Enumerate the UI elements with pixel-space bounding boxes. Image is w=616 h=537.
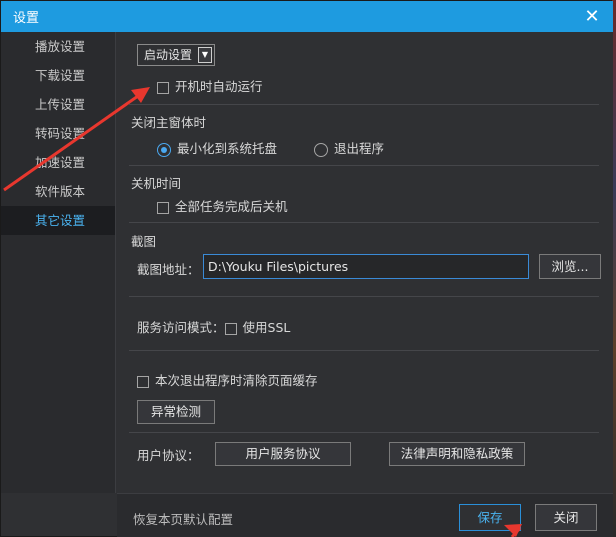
service-agreement-button[interactable]: 用户服务协议 (215, 442, 351, 466)
divider (129, 222, 599, 223)
ssl-label: 使用SSL (242, 320, 291, 335)
shutdown-label: 全部任务完成后关机 (175, 199, 288, 214)
close-button[interactable]: 关闭 (535, 504, 597, 531)
settings-sidebar: 播放设置 下载设置 上传设置 转码设置 加速设置 软件版本 其它设置 (1, 32, 116, 493)
sidebar-item-playback[interactable]: 播放设置 (1, 32, 115, 61)
divider (129, 165, 599, 166)
startup-dropdown[interactable]: 启动设置 ▼ (137, 44, 215, 66)
dialog-footer: 恢复本页默认配置 保存 关闭 (117, 493, 613, 537)
autorun-checkbox[interactable] (157, 81, 169, 94)
sidebar-item-upload[interactable]: 上传设置 (1, 90, 115, 119)
exit-program-radio[interactable] (314, 142, 328, 157)
sidebar-item-acceleration[interactable]: 加速设置 (1, 148, 115, 177)
clear-cache-checkbox[interactable] (137, 375, 149, 388)
chevron-down-icon[interactable]: ▼ (198, 47, 212, 63)
settings-content: 启动设置 ▼ 开机时自动运行 关闭主窗体时 最小化到系统托盘 退出程序 关机时间… (117, 32, 613, 493)
close-main-title: 关闭主窗体时 (131, 115, 207, 130)
sidebar-item-download[interactable]: 下载设置 (1, 61, 115, 90)
settings-dialog: 设置 ✕ 播放设置 下载设置 上传设置 转码设置 加速设置 软件版本 其它设置 … (0, 0, 613, 537)
minimize-tray-radio[interactable] (157, 142, 171, 157)
exit-program-option[interactable]: 退出程序 (314, 138, 384, 157)
divider (129, 296, 599, 297)
title-bar: 设置 ✕ (1, 1, 613, 32)
service-mode-label: 服务访问模式： (137, 320, 225, 335)
sidebar-item-transcode[interactable]: 转码设置 (1, 119, 115, 148)
divider (129, 350, 599, 351)
divider (129, 432, 599, 433)
minimize-tray-label: 最小化到系统托盘 (177, 141, 278, 156)
save-button[interactable]: 保存 (459, 504, 521, 531)
diagnostics-button[interactable]: 异常检测 (137, 400, 215, 424)
reset-defaults-link[interactable]: 恢复本页默认配置 (133, 509, 233, 528)
ssl-checkbox[interactable] (224, 322, 237, 335)
clear-cache-option[interactable]: 本次退出程序时清除页面缓存 (137, 370, 318, 389)
sidebar-item-version[interactable]: 软件版本 (1, 177, 115, 206)
autorun-label: 开机时自动运行 (175, 79, 263, 94)
startup-dropdown-value: 启动设置 (144, 48, 193, 62)
browse-button[interactable]: 浏览... (539, 254, 601, 279)
autorun-option[interactable]: 开机时自动运行 (157, 76, 263, 95)
shutdown-checkbox[interactable] (157, 201, 169, 214)
screenshot-path-input[interactable] (203, 254, 529, 279)
minimize-tray-option[interactable]: 最小化到系统托盘 (157, 138, 277, 157)
service-mode-row: 服务访问模式： 使用SSL (137, 317, 290, 336)
screenshot-title: 截图 (131, 234, 157, 249)
screenshot-path-label: 截图地址： (137, 262, 200, 277)
sidebar-item-other[interactable]: 其它设置 (1, 206, 115, 235)
clear-cache-label: 本次退出程序时清除页面缓存 (155, 373, 318, 388)
divider (129, 104, 599, 105)
close-icon[interactable]: ✕ (581, 6, 603, 28)
legal-privacy-button[interactable]: 法律声明和隐私政策 (389, 442, 525, 466)
window-title: 设置 (13, 11, 40, 26)
agreement-label: 用户协议： (137, 448, 200, 463)
exit-program-label: 退出程序 (334, 141, 385, 156)
shutdown-title: 关机时间 (131, 176, 182, 191)
shutdown-option[interactable]: 全部任务完成后关机 (157, 196, 288, 215)
